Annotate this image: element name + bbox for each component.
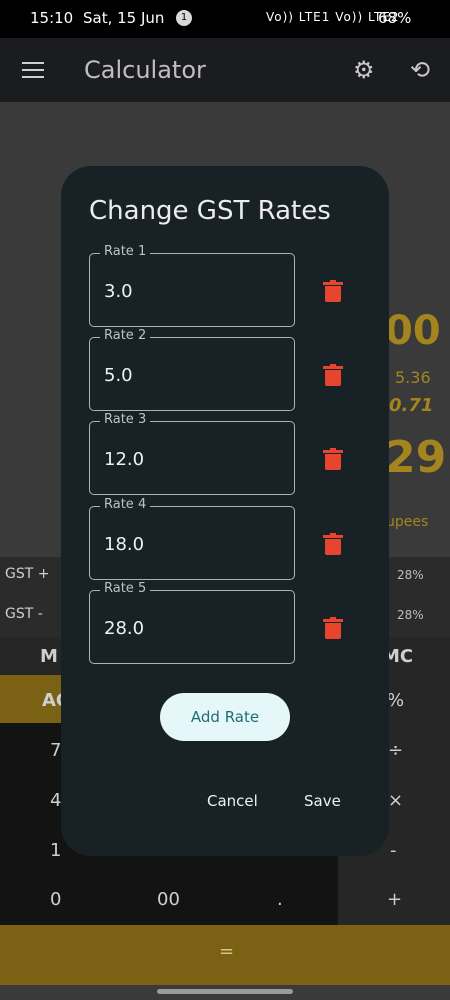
trash-icon[interactable] bbox=[323, 448, 343, 470]
minus-key[interactable]: - bbox=[390, 840, 397, 861]
memory-left-key[interactable]: M bbox=[40, 646, 58, 667]
display-amount: 00 bbox=[385, 308, 441, 354]
rate-field-label: Rate 1 bbox=[100, 244, 151, 259]
percent-key[interactable]: % bbox=[387, 690, 404, 711]
status-date: Sat, 15 Jun bbox=[83, 9, 165, 27]
rate-field-value[interactable]: 28.0 bbox=[104, 618, 144, 639]
app-bar: Calculator ⚙ ⟲ bbox=[0, 38, 450, 102]
key-00[interactable]: 00 bbox=[157, 889, 180, 910]
status-bar: 15:10 Sat, 15 Jun 1 Vo)) LTE1 Vo)) LTE2 … bbox=[0, 0, 450, 38]
rate-field[interactable]: Rate 3 12.0 bbox=[89, 412, 295, 495]
gst-minus-rate[interactable]: 28% bbox=[397, 608, 424, 622]
trash-icon[interactable] bbox=[323, 280, 343, 302]
gst-rates-dialog: Change GST Rates Rate 1 3.0 Rate 2 5.0 R… bbox=[61, 166, 389, 856]
trash-icon[interactable] bbox=[323, 533, 343, 555]
key-1[interactable]: 1 bbox=[50, 840, 61, 861]
divide-key[interactable]: ÷ bbox=[388, 740, 403, 761]
display-line-3: 0.71 bbox=[389, 395, 434, 416]
rate-field[interactable]: Rate 1 3.0 bbox=[89, 244, 295, 327]
status-time: 15:10 bbox=[30, 9, 74, 27]
rate-field-label: Rate 5 bbox=[100, 581, 151, 596]
key-7[interactable]: 7 bbox=[50, 740, 61, 761]
rate-field-value[interactable]: 3.0 bbox=[104, 281, 133, 302]
rate-field-label: Rate 4 bbox=[100, 497, 151, 512]
trash-icon[interactable] bbox=[323, 364, 343, 386]
key-0[interactable]: 0 bbox=[50, 889, 61, 910]
rate-field[interactable]: Rate 4 18.0 bbox=[89, 497, 295, 580]
rate-field[interactable]: Rate 2 5.0 bbox=[89, 328, 295, 411]
hamburger-menu-icon[interactable] bbox=[22, 62, 44, 83]
trash-icon[interactable] bbox=[323, 617, 343, 639]
add-rate-button[interactable]: Add Rate bbox=[160, 693, 290, 741]
notification-badge: 1 bbox=[176, 10, 192, 26]
dialog-title: Change GST Rates bbox=[89, 196, 331, 226]
save-button[interactable]: Save bbox=[304, 792, 341, 810]
currency-label: upees bbox=[386, 514, 429, 530]
decimal-key[interactable]: . bbox=[277, 889, 283, 910]
history-icon[interactable]: ⟲ bbox=[410, 56, 430, 84]
home-indicator[interactable] bbox=[157, 989, 293, 994]
rate-field-value[interactable]: 5.0 bbox=[104, 365, 133, 386]
battery-level: 68% bbox=[378, 9, 412, 27]
plus-key[interactable]: + bbox=[387, 889, 402, 910]
key-4[interactable]: 4 bbox=[50, 790, 61, 811]
app-title: Calculator bbox=[84, 56, 206, 84]
gst-plus-rate[interactable]: 28% bbox=[397, 568, 424, 582]
gst-plus-label[interactable]: GST + bbox=[5, 566, 49, 582]
display-result: 29 bbox=[385, 432, 447, 483]
rate-field[interactable]: Rate 5 28.0 bbox=[89, 581, 295, 664]
rate-field-label: Rate 2 bbox=[100, 328, 151, 343]
equals-label: = bbox=[219, 941, 235, 962]
multiply-key[interactable]: × bbox=[388, 790, 403, 811]
display-line-2: 5.36 bbox=[395, 368, 431, 387]
rate-field-label: Rate 3 bbox=[100, 412, 151, 427]
rate-field-value[interactable]: 18.0 bbox=[104, 534, 144, 555]
cancel-button[interactable]: Cancel bbox=[207, 792, 258, 810]
gst-minus-label[interactable]: GST - bbox=[5, 606, 43, 622]
rate-field-value[interactable]: 12.0 bbox=[104, 449, 144, 470]
gear-icon[interactable]: ⚙ bbox=[353, 56, 375, 84]
